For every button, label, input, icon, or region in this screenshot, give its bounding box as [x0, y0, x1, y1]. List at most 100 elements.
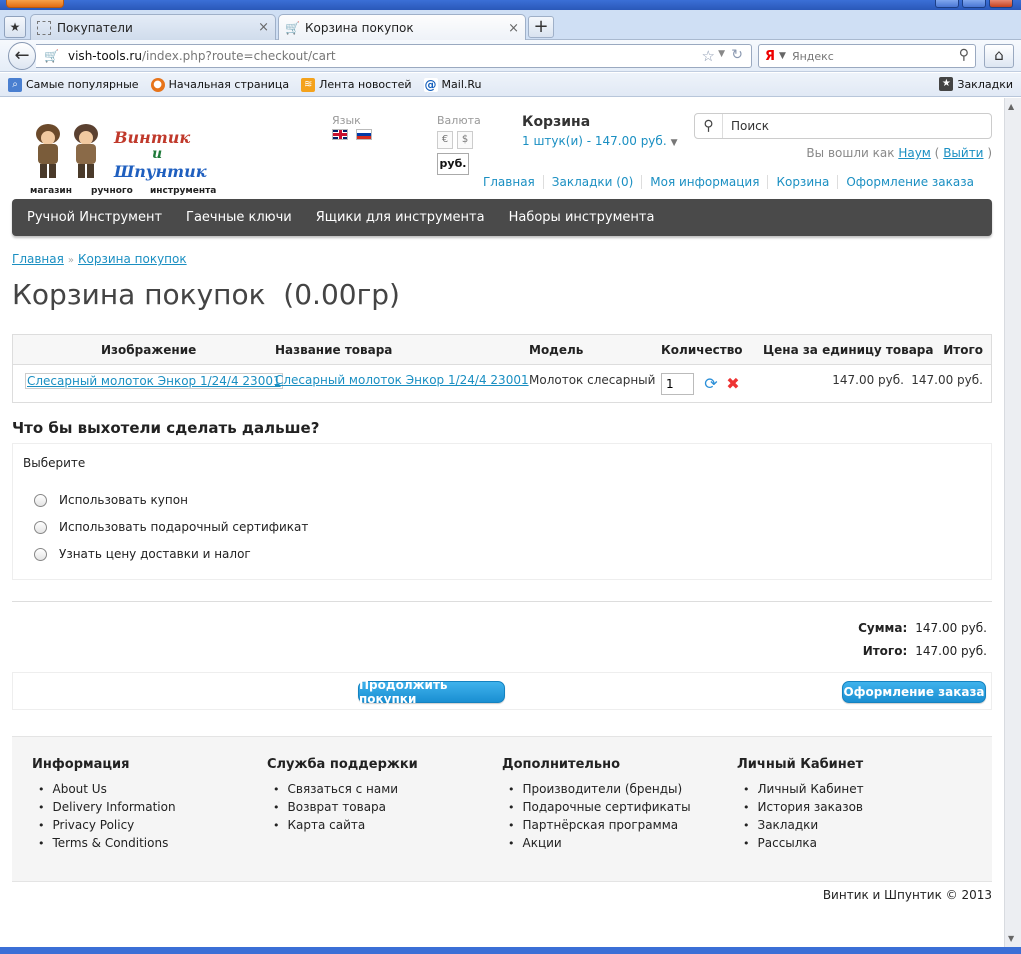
footer-link-about[interactable]: About Us: [32, 780, 176, 798]
tab-groups-icon[interactable]: ★: [4, 16, 26, 38]
footer-link-privacy[interactable]: Privacy Policy: [32, 816, 176, 834]
bookmark-mailru[interactable]: @ Mail.Ru: [423, 77, 482, 92]
rss-icon: ≋: [301, 77, 316, 92]
option-voucher[interactable]: Использовать подарочный сертификат: [34, 520, 308, 534]
radio-coupon[interactable]: [34, 493, 47, 507]
top-link-cart[interactable]: Корзина: [767, 175, 837, 189]
bookmark-news-feed[interactable]: ≋ Лента новостей: [301, 77, 412, 92]
footer-link-order-history[interactable]: История заказов: [737, 798, 864, 816]
footer-column-information: Информация About Us Delivery Information…: [32, 757, 176, 852]
history-dropdown-icon[interactable]: ▼: [718, 49, 725, 59]
footer-link-terms[interactable]: Terms & Conditions: [32, 834, 176, 852]
header-cart-summary[interactable]: 1 штук(и) - 147.00 руб. ▼: [522, 134, 678, 148]
menu-item-wrenches[interactable]: Гаечные ключи: [174, 210, 304, 225]
site-search-input[interactable]: [723, 119, 983, 133]
logout-link[interactable]: Выйти: [943, 146, 983, 160]
user-account-link[interactable]: Наум: [898, 146, 931, 160]
bookmark-star-icon[interactable]: ☆: [702, 47, 715, 65]
site-identity-icon[interactable]: 🛒: [44, 49, 60, 63]
product-name-link[interactable]: Слесарный молоток Энкор 1/24/4 23001: [275, 373, 529, 387]
search-icon[interactable]: ⚲: [695, 114, 723, 138]
search-engine-dropdown-icon[interactable]: ▼: [779, 51, 786, 61]
bookmarks-star-icon: ★: [939, 77, 954, 91]
product-model: Молоток слесарный: [529, 373, 656, 387]
russian-flag-icon[interactable]: [356, 129, 372, 140]
top-link-wishlist[interactable]: Закладки (0): [542, 175, 641, 189]
scroll-down-icon[interactable]: ▼: [1008, 934, 1014, 943]
top-link-account[interactable]: Моя информация: [641, 175, 767, 189]
footer-column-support: Служба поддержки Связаться с нами Возвра…: [267, 757, 418, 834]
vertical-scrollbar[interactable]: ▲ ▼: [1004, 98, 1021, 947]
new-tab-button[interactable]: +: [528, 16, 554, 38]
menu-item-hand-tools[interactable]: Ручной Инструмент: [15, 210, 174, 225]
top-link-checkout[interactable]: Оформление заказа: [837, 175, 982, 189]
footer-link-affiliates[interactable]: Партнёрская программа: [502, 816, 691, 834]
currency-dollar-button[interactable]: $: [457, 131, 473, 149]
scroll-up-icon[interactable]: ▲: [1008, 102, 1014, 111]
currency-rub-button[interactable]: руб.: [437, 153, 469, 175]
site-logo[interactable]: Винтик и Шпунтик магазин ручного инструм…: [24, 118, 224, 198]
footer-link-returns[interactable]: Возврат товара: [267, 798, 418, 816]
footer-heading: Служба поддержки: [267, 757, 418, 772]
option-shipping[interactable]: Узнать цену доставки и налог: [34, 547, 251, 561]
footer-link-contact[interactable]: Связаться с нами: [267, 780, 418, 798]
footer-link-specials[interactable]: Акции: [502, 834, 691, 852]
logo-tagline-3: инструмента: [150, 186, 217, 196]
maximize-button[interactable]: [962, 0, 986, 8]
navigation-toolbar: ← 🛒 vish-tools.ru/index.php?route=checko…: [0, 40, 1021, 72]
browser-search-box[interactable]: Я ▼ ⚲: [758, 44, 976, 68]
search-icon[interactable]: ⚲: [959, 47, 969, 63]
top-link-home[interactable]: Главная: [475, 175, 543, 189]
footer-link-account[interactable]: Личный Кабинет: [737, 780, 864, 798]
close-window-button[interactable]: [989, 0, 1013, 8]
footer-link-brands[interactable]: Производители (бренды): [502, 780, 691, 798]
browser-search-input[interactable]: [791, 49, 952, 63]
logo-word-2: и: [152, 146, 163, 162]
close-tab-icon[interactable]: ×: [258, 20, 269, 35]
footer-link-vouchers[interactable]: Подарочные сертификаты: [502, 798, 691, 816]
close-tab-icon[interactable]: ×: [508, 21, 519, 36]
radio-shipping[interactable]: [34, 547, 47, 561]
tab-cart[interactable]: 🛒 Корзина покупок ×: [278, 14, 526, 41]
product-image-link[interactable]: Слесарный молоток Энкор 1/24/4 23001: [25, 373, 283, 389]
currency-euro-button[interactable]: €: [437, 131, 453, 149]
option-coupon[interactable]: Использовать купон: [34, 493, 188, 507]
home-icon[interactable]: ⌂: [984, 44, 1014, 68]
logout-paren-open: (: [934, 146, 940, 160]
reload-icon[interactable]: ↻: [731, 47, 743, 63]
footer-link-newsletter[interactable]: Рассылка: [737, 834, 864, 852]
back-arrow-icon[interactable]: ←: [8, 42, 36, 70]
menu-item-tool-sets[interactable]: Наборы инструмента: [497, 210, 667, 225]
total-label: Итого:: [862, 643, 908, 658]
tab-title: Корзина покупок: [305, 21, 414, 35]
page-viewport: Винтик и Шпунтик магазин ручного инструм…: [0, 98, 1004, 947]
yandex-icon[interactable]: Я: [765, 49, 775, 64]
footer-link-sitemap[interactable]: Карта сайта: [267, 816, 418, 834]
bookmarks-menu[interactable]: ★ Закладки: [939, 77, 1013, 91]
option-label: Использовать купон: [59, 493, 188, 507]
bookmark-start-page[interactable]: ● Начальная страница: [150, 77, 289, 92]
checkout-button[interactable]: Оформление заказа: [842, 681, 986, 703]
continue-shopping-button[interactable]: Продолжить покупки: [358, 678, 505, 706]
option-label: Использовать подарочный сертификат: [59, 520, 309, 534]
english-flag-icon[interactable]: [332, 129, 348, 140]
table-row: Слесарный молоток Энкор 1/24/4 23001 Сле…: [13, 365, 991, 402]
footer-link-wishlist[interactable]: Закладки: [737, 816, 864, 834]
quantity-input[interactable]: [661, 372, 694, 395]
remove-icon[interactable]: ✖: [724, 374, 742, 393]
minimize-button[interactable]: [935, 0, 959, 8]
radio-voucher[interactable]: [34, 520, 47, 534]
breadcrumb-home[interactable]: Главная: [12, 252, 64, 266]
breadcrumb-cart[interactable]: Корзина покупок: [78, 252, 187, 266]
firefox-menu-button[interactable]: [6, 0, 64, 8]
address-bar[interactable]: 🛒 vish-tools.ru/index.php?route=checkout…: [36, 44, 752, 68]
bookmark-most-visited[interactable]: ⌕ Самые популярные: [8, 77, 139, 92]
footer-link-delivery[interactable]: Delivery Information: [32, 798, 176, 816]
logo-word-3: Шпунтик: [114, 162, 207, 181]
logo-word-1: Винтик: [114, 128, 191, 147]
refresh-icon[interactable]: ⟳: [702, 374, 720, 393]
menu-item-tool-boxes[interactable]: Ящики для инструмента: [304, 210, 497, 225]
cart-table: Изображение Название товара Модель Колич…: [12, 334, 992, 403]
cart-table-header: Изображение Название товара Модель Колич…: [13, 335, 991, 365]
tab-customers[interactable]: Покупатели ×: [30, 14, 276, 40]
